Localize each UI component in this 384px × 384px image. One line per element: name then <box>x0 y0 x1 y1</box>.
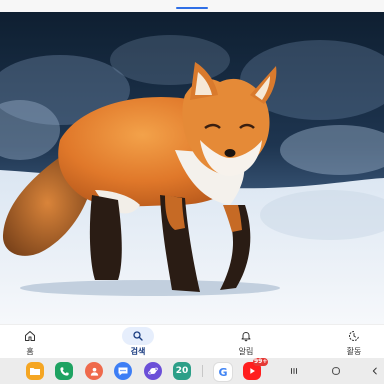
taskbar: 20 G 99+ <box>0 358 384 384</box>
bottom-navigation: 홈 검색 알림 활동 <box>0 324 384 359</box>
nav-item-activity[interactable]: 활동 <box>324 325 384 359</box>
person-icon <box>90 367 98 376</box>
recent-apps-button[interactable] <box>285 362 303 380</box>
google-letter: G <box>218 365 228 379</box>
google-app-icon[interactable]: G <box>213 362 233 382</box>
nav-label-activity: 활동 <box>346 347 362 356</box>
nav-item-home[interactable]: 홈 <box>0 325 60 359</box>
fox-photo[interactable] <box>0 0 384 324</box>
notification-badge: 99+ <box>253 358 269 366</box>
search-icon <box>133 331 143 341</box>
home-pill <box>14 327 46 345</box>
nav-item-notifications[interactable]: 알림 <box>216 325 276 359</box>
calendar-date: 20 <box>175 366 189 376</box>
nav-label-notifications: 알림 <box>238 347 254 356</box>
home-icon <box>25 331 35 341</box>
contacts-app-icon[interactable] <box>85 362 103 380</box>
nav-label-home: 홈 <box>26 347 34 356</box>
play-icon <box>250 368 255 374</box>
internet-app-icon[interactable] <box>144 362 162 380</box>
bell-icon <box>241 332 251 342</box>
activity-icon <box>349 331 359 341</box>
nav-label-search: 검색 <box>130 347 146 356</box>
screen: 홈 검색 알림 활동 20 G 99+ <box>0 0 384 384</box>
youtube-app-icon[interactable]: 99+ <box>243 358 269 380</box>
phone-app-icon[interactable] <box>55 362 73 380</box>
home-button[interactable] <box>327 362 345 380</box>
top-bar <box>0 0 384 12</box>
messages-app-icon[interactable] <box>114 362 132 380</box>
home-circle-icon <box>332 367 340 375</box>
calendar-app-icon[interactable]: 20 <box>173 362 191 380</box>
folder-app-icon[interactable] <box>26 362 44 380</box>
activity-pill <box>338 327 370 345</box>
bell-pill <box>230 327 262 345</box>
nav-item-search[interactable]: 검색 <box>108 325 168 359</box>
back-icon <box>372 367 377 375</box>
planet-icon <box>148 367 158 375</box>
top-indicator <box>176 7 208 9</box>
taskbar-divider <box>202 365 203 377</box>
recent-apps-icon <box>291 368 297 374</box>
back-button[interactable] <box>366 362 384 380</box>
folder-icon <box>30 368 40 375</box>
search-pill <box>122 327 154 345</box>
chat-bubble-icon <box>118 367 128 376</box>
phone-icon <box>59 366 69 376</box>
